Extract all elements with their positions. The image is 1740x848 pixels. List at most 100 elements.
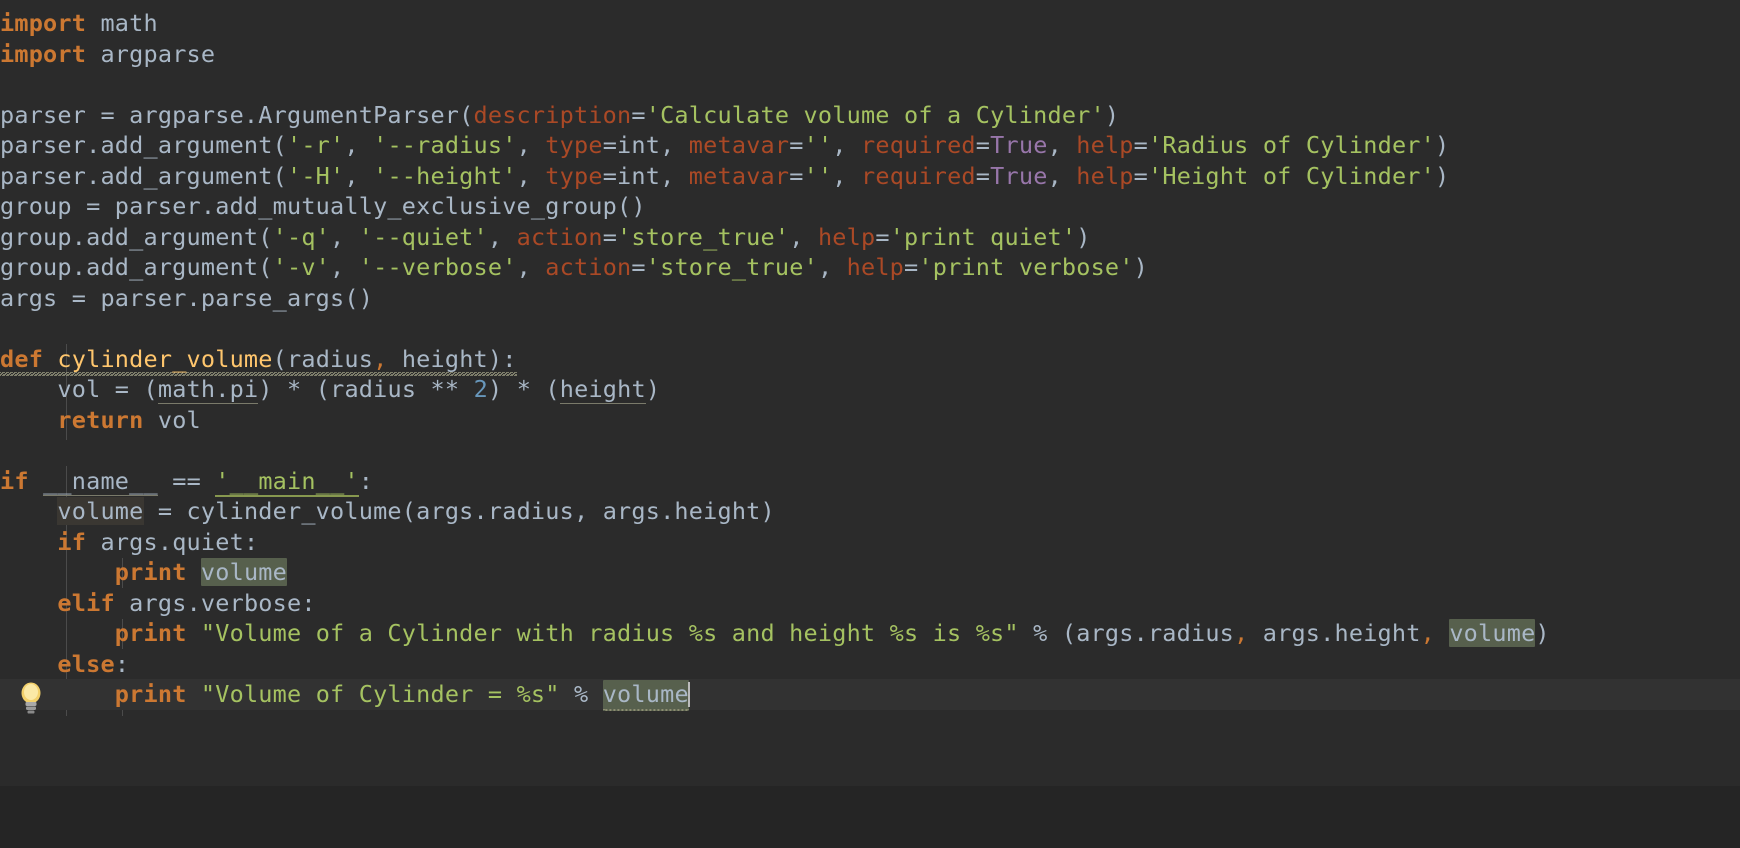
code-line-12[interactable]: def cylinder_volume(radius, height): xyxy=(0,344,1740,375)
token-attr-args-height: args.height xyxy=(602,497,761,525)
token-equals: = xyxy=(875,222,890,251)
code-line-21[interactable]: print "Volume of a Cylinder with radius … xyxy=(0,618,1740,649)
token-keyword-print: print xyxy=(114,619,187,647)
token-keyword-else: else xyxy=(57,649,115,678)
token-comma: , xyxy=(817,253,847,281)
token-argparse-module: argparse. xyxy=(129,100,259,129)
token-method-add-argument: .add_argument xyxy=(86,131,273,159)
token-kwarg-action: action xyxy=(516,222,603,251)
lightbulb-icon[interactable] xyxy=(16,681,46,715)
code-line-2[interactable]: import argparse xyxy=(0,39,1740,70)
token-kwarg-help: help xyxy=(846,253,905,281)
token-string-flag-v: '-v' xyxy=(272,253,331,281)
token-comma: , xyxy=(1234,619,1249,647)
token-assign: = xyxy=(100,375,144,403)
token-function-name-cylinder-volume: cylinder_volume xyxy=(57,344,273,373)
code-line-17[interactable]: volume = cylinder_volume(args.radius, ar… xyxy=(0,496,1740,527)
code-line-5[interactable]: parser.add_argument('-r', '--radius', ty… xyxy=(0,130,1740,161)
token-attr-args-verbose: args.verbose xyxy=(129,588,302,617)
token-paren: ( xyxy=(272,344,287,373)
token-comma: , xyxy=(487,222,517,251)
token-string-flag-H: '-H' xyxy=(286,161,345,190)
code-line-18[interactable]: if args.quiet: xyxy=(0,527,1740,558)
token-operator-mul: * xyxy=(516,375,532,403)
code-line-14[interactable]: return vol xyxy=(0,405,1740,436)
token-colon: : xyxy=(243,527,259,556)
token-class-argumentparser: ArgumentParser xyxy=(258,100,460,129)
token-keyword-import: import xyxy=(0,9,87,37)
text-caret xyxy=(687,682,690,707)
code-line-13[interactable]: vol = (math.pi) * (radius ** 2) * (heigh… xyxy=(0,374,1740,405)
code-line-22[interactable]: else: xyxy=(0,649,1740,680)
token-constant-true: True xyxy=(990,161,1048,190)
code-line-6[interactable]: parser.add_argument('-H', '--height', ty… xyxy=(0,161,1740,192)
token-param-radius: radius xyxy=(330,375,417,403)
token-comma: , xyxy=(660,131,689,159)
code-line-11-blank[interactable] xyxy=(0,313,1740,344)
token-keyword-if: if xyxy=(57,527,87,556)
token-paren: ( xyxy=(401,497,417,525)
token-equals: = xyxy=(789,131,804,159)
code-line-7[interactable]: group = parser.add_mutually_exclusive_gr… xyxy=(0,191,1740,222)
code-line-3-blank[interactable] xyxy=(0,69,1740,100)
code-line-8[interactable]: group.add_argument('-q', '--quiet', acti… xyxy=(0,222,1740,253)
code-line-1[interactable]: import math xyxy=(0,8,1740,39)
token-string-dunder-main: '__main__' xyxy=(215,466,359,497)
token-keyword-return: return xyxy=(57,405,144,434)
token-paren: ( xyxy=(315,375,331,403)
token-string-flag-verbose: '--verbose' xyxy=(358,253,517,281)
token-attr-args-height: args.height xyxy=(1262,619,1421,647)
token-string-flag-quiet: '--quiet' xyxy=(358,222,488,251)
code-line-4[interactable]: parser = argparse.ArgumentParser(descrip… xyxy=(0,100,1740,131)
token-var-group: group xyxy=(0,192,72,220)
token-colon: : xyxy=(358,466,374,495)
token-kwarg-action: action xyxy=(545,253,632,281)
token-comma: , xyxy=(789,222,818,251)
token-keyword-print: print xyxy=(114,558,187,586)
token-string-description-value: 'Calculate volume of a Cylinder' xyxy=(645,100,1105,129)
token-paren-close: ) xyxy=(1104,100,1120,129)
code-editor[interactable]: import math import argparse parser = argp… xyxy=(0,0,1740,848)
token-equals: = xyxy=(631,100,646,129)
code-content[interactable]: import math import argparse parser = argp… xyxy=(0,8,1740,711)
token-string-help-verbose: 'print verbose' xyxy=(918,253,1134,281)
token-equals: = xyxy=(1133,161,1149,190)
code-line-20[interactable]: elif args.verbose: xyxy=(0,588,1740,619)
token-attr-args-quiet: args.quiet xyxy=(100,527,244,556)
token-string-flag-radius: '--radius' xyxy=(373,131,517,159)
token-keyword-print: print xyxy=(114,680,187,708)
token-paren-close: ) xyxy=(258,375,273,403)
token-var-parser: parser xyxy=(0,161,87,190)
token-call-cylinder-volume: cylinder_volume xyxy=(186,497,402,525)
token-paren: ( xyxy=(1061,619,1077,647)
token-var-vol: vol xyxy=(157,405,201,434)
token-var-volume: volume xyxy=(200,558,287,586)
token-operator-percent: % xyxy=(1033,619,1048,647)
token-string-help-quiet: 'print quiet' xyxy=(889,222,1077,251)
code-line-23[interactable]: print "Volume of Cylinder = %s" % volume xyxy=(0,679,1740,711)
token-paren-close: ) xyxy=(1435,131,1450,159)
token-equals: = xyxy=(602,222,618,251)
token-string-store-true: 'store_true' xyxy=(645,253,818,281)
spellcheck-underline-region: def cylinder_volume(radius, height): xyxy=(0,344,517,376)
code-line-15-blank[interactable] xyxy=(0,435,1740,466)
token-comma: , xyxy=(660,161,689,190)
token-string-flag-r: '-r' xyxy=(286,131,345,159)
code-line-19[interactable]: print volume xyxy=(0,557,1740,588)
token-var-group: group xyxy=(0,222,72,251)
token-call-parse-args: parser.parse_args() xyxy=(100,283,374,312)
code-line-9[interactable]: group.add_argument('-v', '--verbose', ac… xyxy=(0,252,1740,283)
token-string-flag-q: '-q' xyxy=(272,222,331,251)
token-kwarg-description: description xyxy=(473,100,632,129)
token-paren-close: ) xyxy=(1535,619,1550,647)
token-paren: ( xyxy=(545,375,560,403)
token-string-else-message: "Volume of Cylinder = %s" xyxy=(200,680,560,708)
code-line-10[interactable]: args = parser.parse_args() xyxy=(0,283,1740,314)
token-var-vol: vol xyxy=(57,375,101,403)
token-method-add-argument: .add_argument xyxy=(71,222,259,251)
token-operator-pow: ** xyxy=(430,375,460,403)
token-paren: ( xyxy=(258,253,273,281)
token-kwarg-type: type xyxy=(545,161,603,190)
code-line-16[interactable]: if __name__ == '__main__': xyxy=(0,466,1740,497)
token-operator-percent: % xyxy=(573,680,589,708)
